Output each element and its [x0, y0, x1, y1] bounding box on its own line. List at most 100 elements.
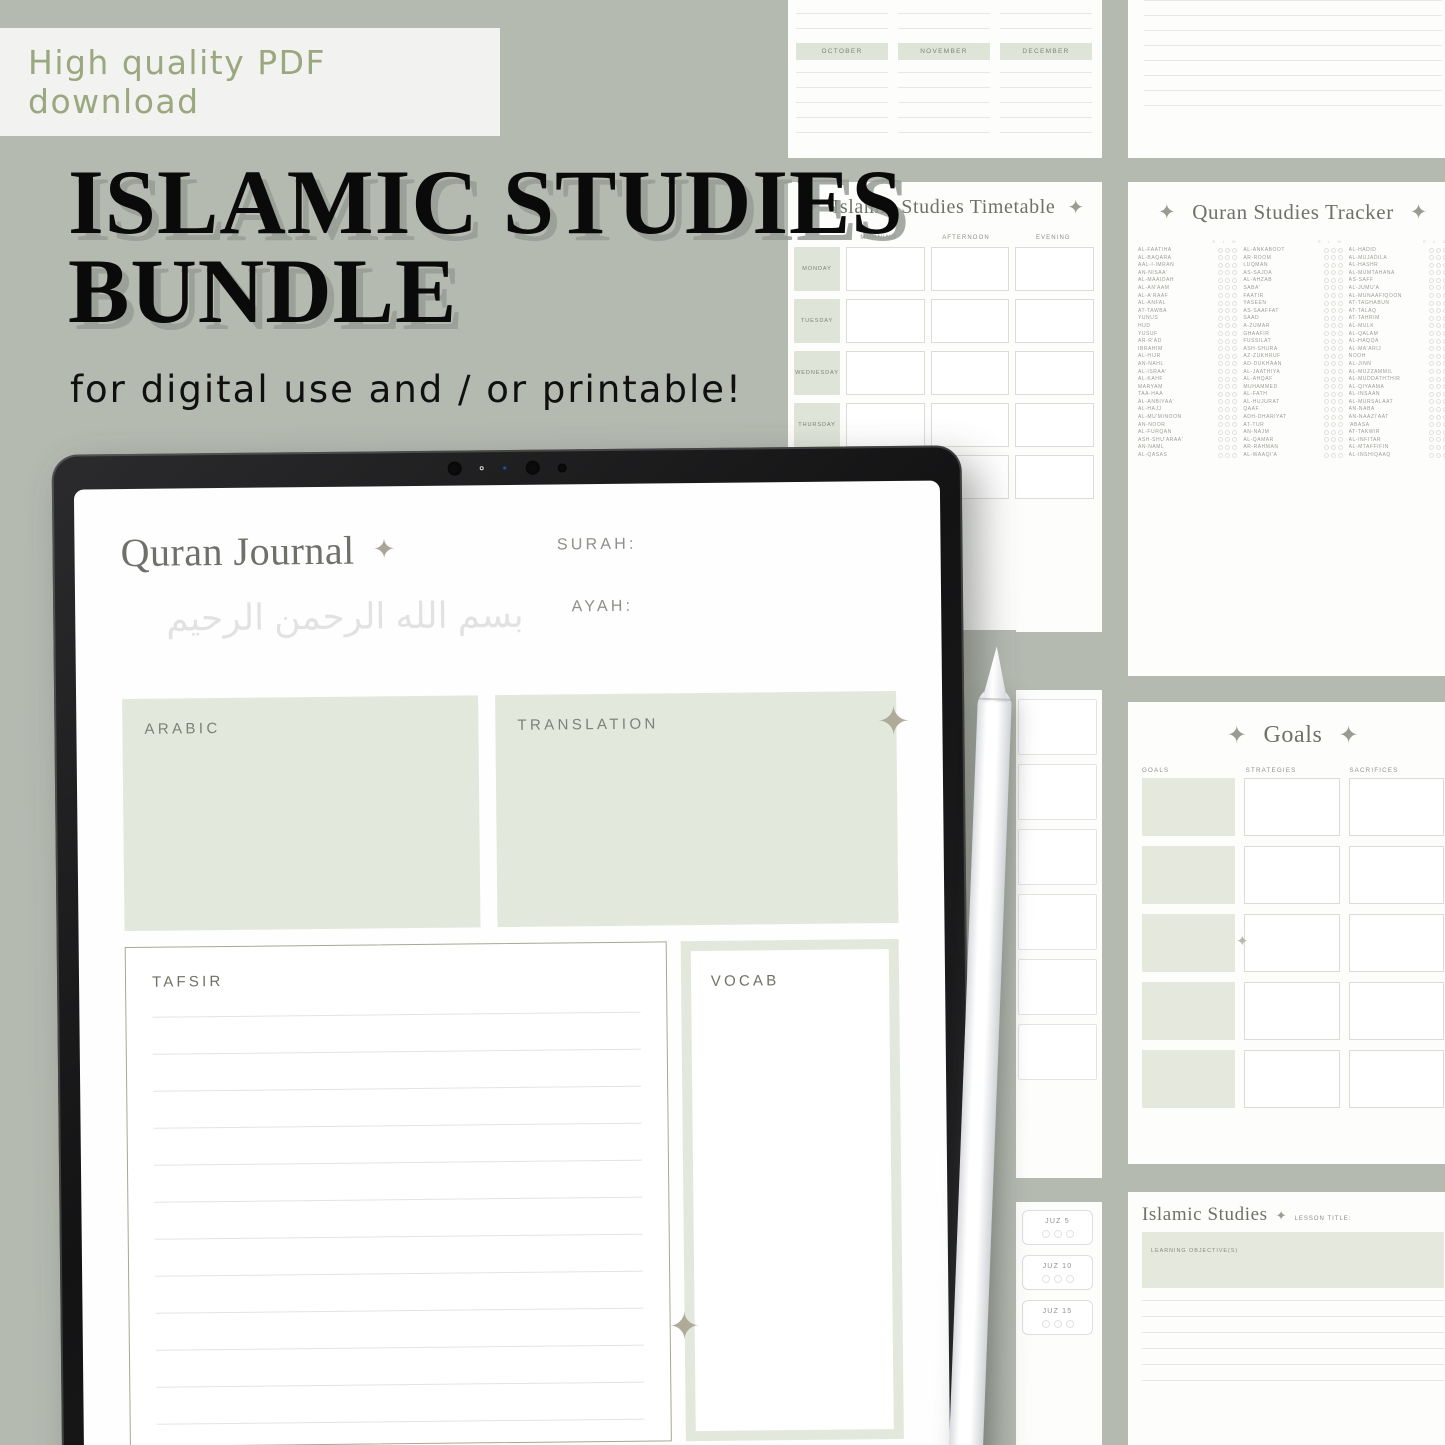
tracker-checkbox[interactable]	[1337, 369, 1343, 374]
tracker-checkbox[interactable]	[1435, 300, 1441, 306]
tracker-checkbox[interactable]	[1330, 277, 1336, 283]
tracker-checkbox[interactable]	[1323, 277, 1329, 283]
tracker-checkbox[interactable]	[1232, 353, 1238, 359]
tracker-checkbox[interactable]	[1330, 422, 1336, 428]
tracker-checkbox[interactable]	[1232, 444, 1238, 450]
learning-objectives-box[interactable]: LEARNING OBJECTIVE(S)	[1142, 1232, 1444, 1288]
tracker-checkbox[interactable]	[1330, 270, 1336, 276]
tracker-checkbox[interactable]	[1225, 247, 1231, 253]
tracker-checkbox[interactable]	[1225, 376, 1231, 382]
tracker-checkbox[interactable]	[1218, 452, 1224, 458]
tracker-checkbox[interactable]	[1337, 300, 1343, 306]
tracker-checkbox[interactable]	[1435, 308, 1441, 314]
tracker-checkbox[interactable]	[1337, 353, 1343, 359]
tracker-checkbox[interactable]	[1435, 452, 1441, 458]
tracker-checkbox[interactable]	[1232, 391, 1238, 397]
tracker-checkbox[interactable]	[1232, 270, 1238, 276]
tracker-checkbox[interactable]	[1225, 300, 1231, 306]
tracker-checkbox[interactable]	[1428, 376, 1434, 382]
sacrifice-cell[interactable]	[1348, 914, 1444, 972]
tracker-checkbox[interactable]	[1337, 308, 1343, 314]
strategy-cell[interactable]	[1244, 982, 1340, 1040]
tracker-checkbox[interactable]	[1225, 406, 1231, 412]
tracker-checkbox[interactable]	[1435, 391, 1441, 397]
tracker-checkbox[interactable]	[1225, 353, 1231, 359]
sacrifice-cell[interactable]	[1348, 778, 1444, 836]
tracker-checkbox[interactable]	[1428, 315, 1434, 321]
tracker-checkbox[interactable]	[1323, 452, 1329, 458]
tracker-checkbox[interactable]	[1232, 437, 1238, 443]
timetable-cell[interactable]	[1015, 403, 1095, 447]
tracker-checkbox[interactable]	[1323, 315, 1329, 321]
tracker-checkbox[interactable]	[1337, 406, 1343, 412]
tracker-checkbox[interactable]	[1428, 331, 1434, 337]
tracker-checkbox[interactable]	[1218, 315, 1224, 321]
tracker-checkbox[interactable]	[1435, 323, 1441, 329]
empty-box[interactable]	[1018, 959, 1097, 1015]
tracker-checkbox[interactable]	[1218, 429, 1224, 435]
tracker-checkbox[interactable]	[1330, 331, 1336, 337]
tracker-checkbox[interactable]	[1323, 422, 1329, 428]
tracker-checkbox[interactable]	[1232, 361, 1238, 367]
tracker-checkbox[interactable]	[1330, 353, 1336, 359]
tracker-checkbox[interactable]	[1435, 346, 1441, 352]
empty-box[interactable]	[1018, 894, 1097, 950]
tracker-checkbox[interactable]	[1337, 338, 1343, 344]
tracker-checkbox[interactable]	[1330, 293, 1336, 299]
tracker-checkbox[interactable]	[1435, 255, 1441, 261]
tracker-checkbox[interactable]	[1428, 277, 1434, 283]
juz-checkbox[interactable]	[1053, 1275, 1062, 1283]
timetable-cell[interactable]	[1015, 455, 1095, 499]
tracker-checkbox[interactable]	[1337, 270, 1343, 276]
juz-checkbox[interactable]	[1041, 1230, 1050, 1238]
tracker-checkbox[interactable]	[1330, 255, 1336, 261]
tracker-checkbox[interactable]	[1330, 369, 1336, 374]
tracker-checkbox[interactable]	[1225, 308, 1231, 314]
timetable-cell[interactable]	[930, 403, 1010, 447]
tracker-checkbox[interactable]	[1232, 422, 1238, 428]
ayah-field-label[interactable]: AYAH:	[572, 595, 896, 616]
tracker-checkbox[interactable]	[1323, 444, 1329, 450]
tracker-checkbox[interactable]	[1428, 247, 1434, 253]
tracker-checkbox[interactable]	[1323, 414, 1329, 420]
tracker-checkbox[interactable]	[1435, 376, 1441, 382]
tracker-checkbox[interactable]	[1225, 262, 1231, 268]
tracker-checkbox[interactable]	[1232, 308, 1238, 314]
tracker-checkbox[interactable]	[1428, 270, 1434, 276]
tracker-checkbox[interactable]	[1232, 293, 1238, 299]
tracker-checkbox[interactable]	[1323, 255, 1329, 261]
tafsir-box[interactable]: TAFSIR	[124, 941, 672, 1445]
empty-box[interactable]	[1018, 829, 1097, 885]
tracker-checkbox[interactable]	[1435, 331, 1441, 337]
tracker-checkbox[interactable]	[1225, 444, 1231, 450]
tracker-checkbox[interactable]	[1435, 262, 1441, 268]
tracker-checkbox[interactable]	[1323, 376, 1329, 382]
juz-card[interactable]: JUZ 5	[1022, 1210, 1093, 1245]
tracker-checkbox[interactable]	[1330, 346, 1336, 352]
tracker-checkbox[interactable]	[1218, 391, 1224, 397]
tracker-checkbox[interactable]	[1435, 437, 1441, 443]
tracker-checkbox[interactable]	[1435, 361, 1441, 367]
juz-checkbox[interactable]	[1041, 1275, 1050, 1283]
tracker-checkbox[interactable]	[1330, 338, 1336, 344]
tracker-checkbox[interactable]	[1218, 285, 1224, 291]
empty-box[interactable]	[1018, 764, 1097, 820]
tracker-checkbox[interactable]	[1435, 277, 1441, 283]
tracker-checkbox[interactable]	[1428, 452, 1434, 458]
vocab-box[interactable]: VOCAB ✦	[668, 938, 904, 1442]
tracker-checkbox[interactable]	[1337, 384, 1343, 390]
tracker-checkbox[interactable]	[1330, 437, 1336, 443]
tracker-checkbox[interactable]	[1323, 300, 1329, 306]
sacrifice-cell[interactable]	[1348, 846, 1444, 904]
juz-checkbox[interactable]	[1053, 1230, 1062, 1238]
tracker-checkbox[interactable]	[1337, 247, 1343, 253]
tracker-checkbox[interactable]	[1337, 444, 1343, 450]
tracker-checkbox[interactable]	[1337, 437, 1343, 443]
tracker-checkbox[interactable]	[1330, 323, 1336, 329]
arabic-box[interactable]: ARABIC	[122, 695, 481, 932]
tracker-checkbox[interactable]	[1428, 384, 1434, 390]
tracker-checkbox[interactable]	[1330, 285, 1336, 291]
tracker-checkbox[interactable]	[1225, 277, 1231, 283]
tracker-checkbox[interactable]	[1330, 300, 1336, 306]
tracker-checkbox[interactable]	[1428, 323, 1434, 329]
